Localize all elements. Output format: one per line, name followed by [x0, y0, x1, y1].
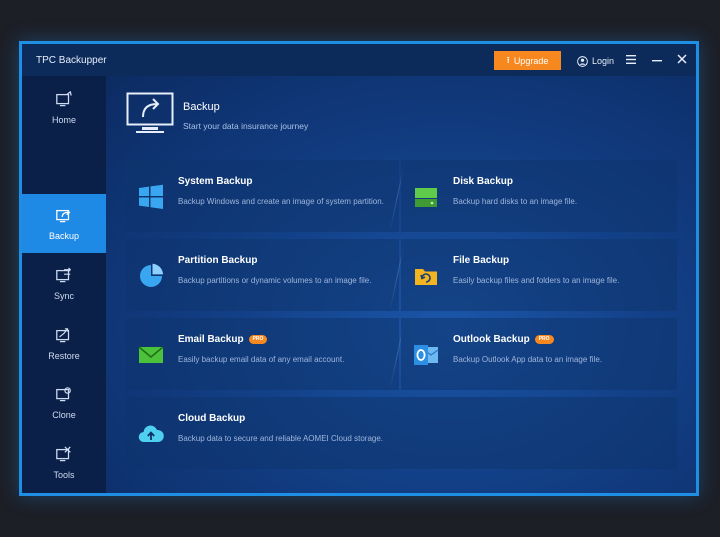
- sidebar-item-sync[interactable]: Sync: [22, 254, 106, 313]
- page-title: Backup: [183, 101, 220, 113]
- email-backup-card[interactable]: Email Backup PRO Easily backup email dat…: [126, 318, 399, 390]
- system-backup-card[interactable]: System Backup Backup Windows and create …: [126, 160, 399, 232]
- tools-icon: [56, 445, 71, 461]
- sidebar-item-label: Tools: [53, 469, 75, 480]
- app-title: TPC Backupper: [36, 55, 107, 66]
- card-title: Cloud Backup: [178, 413, 246, 424]
- login-label: Login: [592, 56, 615, 66]
- sidebar-item-home[interactable]: Home: [22, 78, 106, 137]
- file-backup-card[interactable]: File Backup Easily backup files and fold…: [401, 239, 677, 311]
- sidebar-item-label: Clone: [52, 409, 76, 420]
- disk-backup-card[interactable]: Disk Backup Backup hard disks to an imag…: [401, 160, 677, 232]
- upgrade-label: Upgrade: [513, 55, 549, 66]
- cloud-upload-icon: [138, 425, 164, 443]
- sidebar-item-clone[interactable]: Clone: [22, 373, 106, 432]
- app-window: TPC Backupper ⭱ Upgrade Login Home Backu…: [19, 41, 699, 496]
- pro-badge: PRO: [248, 335, 268, 344]
- page-subtitle: Start your data insurance journey: [183, 121, 309, 131]
- backup-arrow-icon: [56, 209, 71, 222]
- home-monitor-icon: [56, 90, 72, 106]
- windows-icon: [139, 184, 163, 209]
- outlook-backup-card[interactable]: Outlook Backup PRO Backup Outlook App da…: [401, 318, 677, 390]
- card-description: Backup data to secure and reliable AOMEI…: [178, 434, 384, 443]
- card-title: Disk Backup: [453, 176, 514, 187]
- sidebar-item-label: Restore: [48, 350, 80, 361]
- card-description: Backup hard disks to an image file.: [453, 197, 578, 206]
- sidebar-item-label: Sync: [53, 290, 74, 301]
- clone-icon: [56, 386, 71, 401]
- sync-icon: [56, 266, 72, 282]
- card-description: Easily backup email data of any email ac…: [178, 355, 345, 364]
- email-icon: [138, 346, 164, 363]
- minimize-icon[interactable]: [649, 52, 665, 68]
- login-button[interactable]: Login: [577, 53, 614, 69]
- card-title: File Backup: [453, 255, 510, 266]
- hamburger-icon[interactable]: [623, 52, 639, 68]
- card-description: Backup Windows and create an image of sy…: [178, 197, 384, 206]
- folder-sync-icon: [415, 269, 437, 285]
- backup-monitor-icon: [126, 92, 174, 133]
- close-icon[interactable]: [674, 52, 690, 68]
- disk-icon: [415, 188, 437, 207]
- upgrade-button[interactable]: ⭱ Upgrade: [494, 51, 561, 70]
- card-title: Email Backup PRO: [178, 334, 268, 345]
- pro-badge: PRO: [534, 335, 554, 344]
- sidebar-item-label: Backup: [48, 230, 80, 241]
- user-icon: [577, 55, 588, 67]
- card-description: Backup partitions or dynamic volumes to …: [178, 276, 372, 285]
- card-description: Backup Outlook App data to an image file…: [453, 355, 602, 364]
- sidebar-item-label: Home: [51, 114, 76, 125]
- upgrade-arrow-icon: ⭱: [506, 54, 510, 65]
- sidebar-item-tools[interactable]: Tools: [22, 433, 106, 492]
- sidebar: Home Backup Sync Restore Clone Tools: [22, 76, 106, 493]
- card-title: Outlook Backup PRO: [453, 334, 554, 345]
- title-bar: TPC Backupper ⭱ Upgrade Login: [22, 44, 696, 76]
- sidebar-item-restore[interactable]: Restore: [22, 314, 106, 373]
- restore-icon: [56, 327, 70, 342]
- pie-chart-icon: [140, 263, 163, 287]
- sidebar-item-backup[interactable]: Backup: [22, 194, 106, 253]
- card-description: Easily backup files and folders to an im…: [453, 276, 620, 285]
- cloud-backup-card[interactable]: Cloud Backup Backup data to secure and r…: [126, 397, 677, 469]
- partition-backup-card[interactable]: Partition Backup Backup partitions or dy…: [126, 239, 399, 311]
- card-title: System Backup: [178, 176, 253, 187]
- outlook-icon: [414, 345, 439, 365]
- main-panel: Backup Start your data insurance journey…: [106, 76, 696, 493]
- card-title: Partition Backup: [178, 255, 258, 266]
